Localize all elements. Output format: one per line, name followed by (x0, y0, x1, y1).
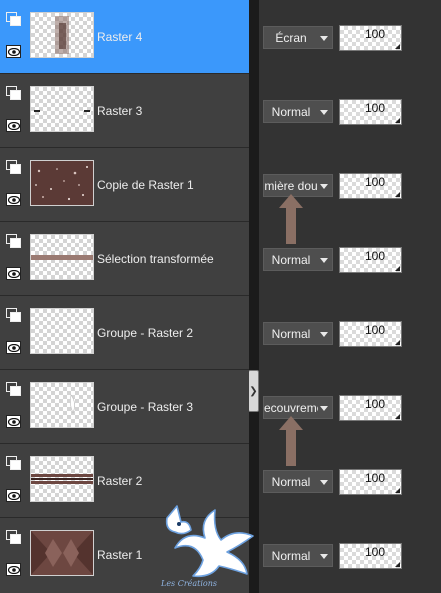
eye-icon[interactable] (6, 267, 21, 280)
layer-icons (0, 74, 26, 147)
layer-icons (0, 222, 26, 295)
opacity-field[interactable]: 100 (339, 469, 402, 495)
layer-icons (0, 0, 26, 73)
chevron-down-icon (320, 406, 328, 411)
blend-mode-select[interactable]: Normal (263, 322, 333, 345)
layer-row-groupe-raster-2[interactable]: Groupe - Raster 2 (0, 296, 249, 370)
opacity-field[interactable]: 100 (339, 25, 402, 51)
layer-icons (0, 518, 26, 591)
blend-mode-select[interactable]: Écran (263, 26, 333, 49)
blend-row: Écran 100 (259, 0, 441, 74)
layer-row-raster-4[interactable]: Raster 4 (0, 0, 249, 74)
chevron-down-icon (320, 184, 328, 189)
up-arrow-icon (279, 194, 303, 244)
chevron-down-icon (320, 332, 328, 337)
group-icon (6, 382, 21, 396)
layer-icons (0, 296, 26, 369)
eye-icon[interactable] (6, 489, 21, 502)
layer-name: Raster 3 (97, 104, 143, 118)
layer-thumbnail (30, 86, 94, 132)
eye-icon[interactable] (6, 341, 21, 354)
layer-name: Raster 4 (97, 30, 143, 44)
splitter-grip-icon[interactable]: ❯ (248, 370, 259, 412)
layer-name: Raster 2 (97, 474, 143, 488)
eye-icon[interactable] (6, 119, 21, 132)
eye-icon[interactable] (6, 563, 21, 576)
opacity-field[interactable]: 100 (339, 395, 402, 421)
layer-thumbnail (30, 382, 94, 428)
opacity-field[interactable]: 100 (339, 321, 402, 347)
opacity-field[interactable]: 100 (339, 543, 402, 569)
layer-thumbnail (30, 234, 94, 280)
layer-row-selection-transformee[interactable]: Sélection transformée (0, 222, 249, 296)
layer-name: Groupe - Raster 3 (97, 400, 194, 414)
group-icon (6, 530, 21, 544)
eye-icon[interactable] (6, 45, 21, 58)
chevron-down-icon (320, 554, 328, 559)
blend-mode-select[interactable]: Normal (263, 544, 333, 567)
opacity-field[interactable]: 100 (339, 99, 402, 125)
group-icon (6, 234, 21, 248)
opacity-field[interactable]: 100 (339, 173, 402, 199)
chevron-down-icon (320, 36, 328, 41)
group-icon (6, 86, 21, 100)
blend-mode-select[interactable]: Normal (263, 470, 333, 493)
blend-row: Normal 100 (259, 74, 441, 148)
blend-mode-select[interactable]: Normal (263, 100, 333, 123)
up-arrow-icon (279, 416, 303, 466)
watermark-logo: Les Créations (155, 500, 260, 593)
layer-row-groupe-raster-3[interactable]: Groupe - Raster 3 (0, 370, 249, 444)
group-icon (6, 12, 21, 26)
layer-row-raster-3[interactable]: Raster 3 (0, 74, 249, 148)
blend-row: Normal 100 (259, 296, 441, 370)
layer-icons (0, 370, 26, 443)
layer-name: Sélection transformée (97, 252, 214, 266)
layer-icons (0, 444, 26, 517)
eye-icon[interactable] (6, 193, 21, 206)
layer-thumbnail (30, 308, 94, 354)
layer-name: Copie de Raster 1 (97, 178, 194, 192)
layer-thumbnail (30, 456, 94, 502)
chevron-down-icon (320, 258, 328, 263)
layer-thumbnail (30, 530, 94, 576)
opacity-field[interactable]: 100 (339, 247, 402, 273)
blend-row: Normal 100 (259, 518, 441, 592)
chevron-down-icon (320, 480, 328, 485)
layer-thumbnail (30, 12, 94, 58)
group-icon (6, 456, 21, 470)
layer-name: Groupe - Raster 2 (97, 326, 194, 340)
group-icon (6, 308, 21, 322)
blend-mode-select[interactable]: Normal (263, 248, 333, 271)
chevron-down-icon (320, 110, 328, 115)
layer-row-copie-de-raster-1[interactable]: Copie de Raster 1 (0, 148, 249, 222)
group-icon (6, 160, 21, 174)
layer-icons (0, 148, 26, 221)
eye-icon[interactable] (6, 415, 21, 428)
layer-thumbnail (30, 160, 94, 206)
